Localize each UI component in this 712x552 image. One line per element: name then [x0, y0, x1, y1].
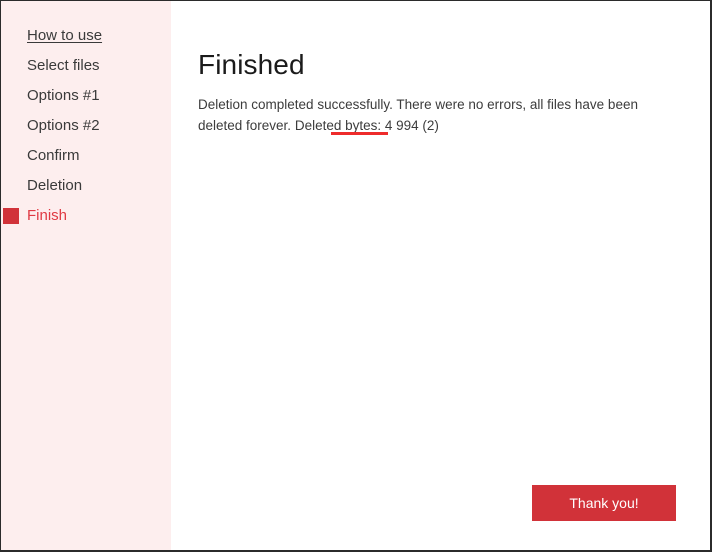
app-window: How to use Select files Options #1 Optio…	[0, 0, 712, 552]
sidebar-item-label: Finish	[27, 207, 68, 224]
sidebar-item-how-to-use[interactable]: How to use	[1, 21, 171, 51]
sidebar-nav-list: How to use Select files Options #1 Optio…	[1, 21, 171, 231]
sidebar-item-label: How to use	[27, 27, 103, 44]
sidebar-item-label: Deletion	[27, 177, 83, 194]
sidebar-item-deletion[interactable]: Deletion	[1, 171, 171, 201]
sidebar-item-label: Options #1	[27, 87, 100, 104]
active-step-marker-icon	[3, 208, 19, 224]
sidebar-item-select-files[interactable]: Select files	[1, 51, 171, 81]
sidebar-item-label: Options #2	[27, 117, 100, 134]
sidebar: How to use Select files Options #1 Optio…	[1, 1, 171, 550]
sidebar-item-label: Select files	[27, 57, 100, 74]
sidebar-item-label: Confirm	[27, 147, 80, 164]
sidebar-item-options-2[interactable]: Options #2	[1, 111, 171, 141]
main-content: Finished Deletion completed successfully…	[171, 1, 710, 550]
page-title: Finished	[198, 49, 305, 80]
sidebar-item-confirm[interactable]: Confirm	[1, 141, 171, 171]
sidebar-item-finish[interactable]: Finish	[1, 201, 171, 231]
sidebar-item-options-1[interactable]: Options #1	[1, 81, 171, 111]
status-message: Deletion completed successfully. There w…	[198, 97, 638, 133]
annotation-underline	[331, 132, 388, 135]
thank-you-button[interactable]: Thank you!	[532, 485, 676, 521]
